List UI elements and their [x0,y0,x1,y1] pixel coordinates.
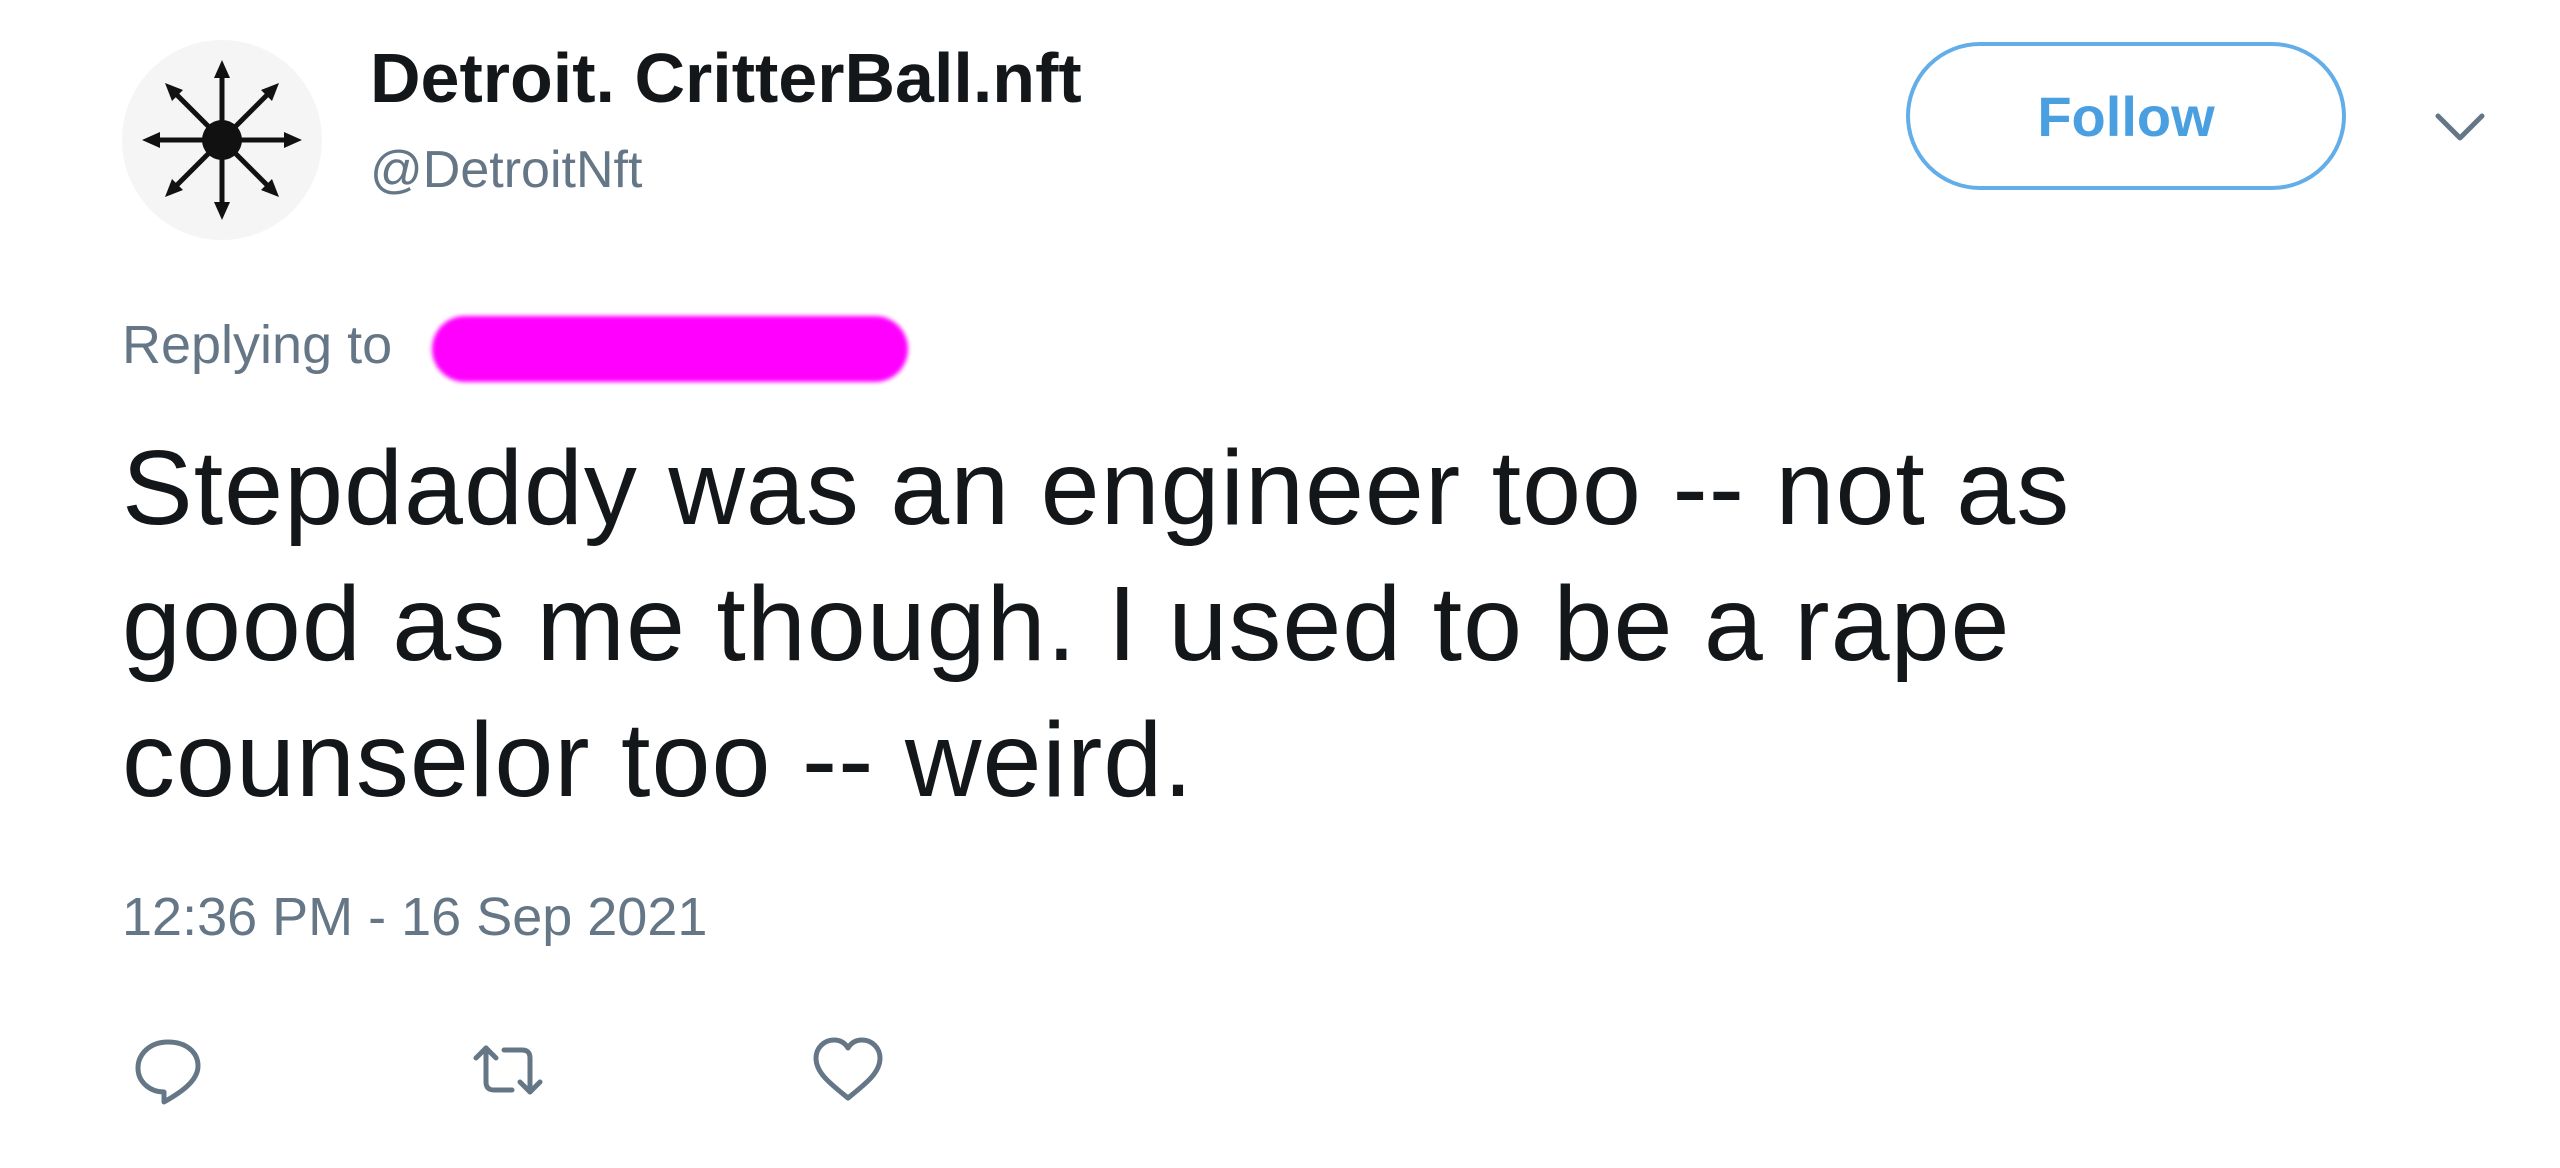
display-name[interactable]: Detroit. CritterBall.nft [370,36,1082,120]
heart-icon[interactable] [808,1030,888,1110]
replying-to-label: Replying to [122,315,393,375]
redacted-username [432,316,908,382]
user-handle[interactable]: @DetroitNft [370,135,642,205]
follow-button[interactable]: Follow [1906,42,2346,190]
tweet-card: Detroit. CritterBall.nft @DetroitNft Fol… [0,0,2560,1168]
chevron-down-icon[interactable] [2430,98,2490,158]
retweet-icon[interactable] [468,1030,548,1110]
reply-icon[interactable] [128,1030,208,1110]
avatar[interactable] [122,40,322,240]
follow-button-label: Follow [2037,84,2215,148]
tweet-timestamp[interactable]: 12:36 PM - 16 Sep 2021 [122,882,707,952]
chaos-star-icon [142,60,302,220]
tweet-text: Stepdaddy was an engineer too -- not as … [122,429,2071,819]
